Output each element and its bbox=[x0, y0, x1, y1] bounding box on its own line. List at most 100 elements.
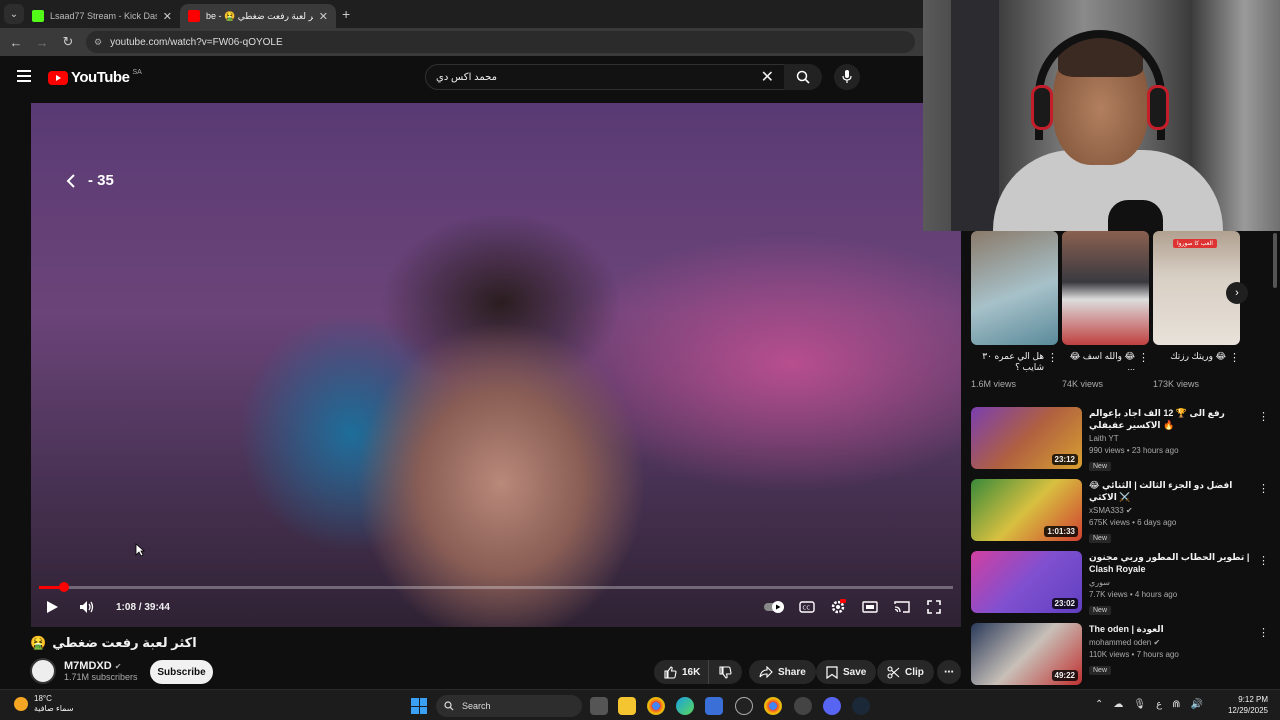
date: 12/29/2025 bbox=[1227, 706, 1268, 715]
store-icon[interactable] bbox=[705, 697, 723, 715]
chrome-active-icon[interactable] bbox=[764, 697, 782, 715]
list-item[interactable]: 49:22 The oden | العودة mohammed oden ✔ … bbox=[971, 623, 1271, 695]
reload-icon[interactable]: ↻ bbox=[60, 34, 76, 50]
channel-name[interactable]: mohammed oden ✔ bbox=[1089, 638, 1255, 647]
more-options-icon[interactable]: ⋮ bbox=[1258, 554, 1269, 567]
play-button[interactable] bbox=[45, 599, 59, 615]
wifi-icon[interactable]: ⋒ bbox=[1172, 699, 1180, 710]
channel-name[interactable]: M7MDXD ✔ bbox=[64, 660, 138, 672]
clear-search-icon[interactable]: ✕ bbox=[761, 67, 774, 87]
headset-earcup-left bbox=[1031, 85, 1053, 130]
shorts-next-button[interactable]: › bbox=[1226, 282, 1248, 304]
network-icon[interactable]: ☁ bbox=[1113, 699, 1123, 710]
new-tab-icon[interactable]: + bbox=[342, 6, 350, 22]
chevron-up-icon[interactable]: ⌃ bbox=[1095, 699, 1103, 710]
video-thumbnail[interactable]: 49:22 bbox=[971, 623, 1082, 685]
bookmark-icon bbox=[826, 665, 838, 679]
tab-list-button[interactable]: ⌄ bbox=[4, 4, 24, 24]
language-indicator[interactable]: ع bbox=[1156, 699, 1162, 710]
close-tab-icon[interactable]: ✕ bbox=[319, 10, 328, 23]
channel-name[interactable]: xSMA333 ✔ bbox=[1089, 506, 1255, 515]
more-options-icon[interactable]: ⋮ bbox=[1258, 482, 1269, 495]
video-thumbnail[interactable]: 1:01:33 bbox=[971, 479, 1082, 541]
short-title[interactable]: 😂 وريتك رزتك ⋮ bbox=[1153, 351, 1240, 375]
volume-button[interactable] bbox=[79, 599, 95, 615]
clock[interactable]: 9:12 PM 12/29/2025 bbox=[1226, 694, 1268, 716]
video-thumbnail[interactable]: 23:12 bbox=[971, 407, 1082, 469]
dislike-button[interactable] bbox=[708, 660, 743, 684]
short-thumbnail[interactable] bbox=[971, 231, 1058, 345]
search-icon bbox=[796, 70, 810, 84]
more-options-icon[interactable]: ⋮ bbox=[1138, 351, 1149, 364]
tab-title: be - 🤮 اكثر لعبة رفعت ضغطي bbox=[206, 10, 313, 21]
discord-icon[interactable] bbox=[823, 697, 841, 715]
fullscreen-button[interactable] bbox=[927, 599, 941, 615]
short-title[interactable]: 😂 والله اسف 😂 ... ⋮ bbox=[1062, 351, 1149, 375]
video-title[interactable]: تطوير الحطاب المطور وربي مجنون | Clash R… bbox=[1089, 551, 1255, 575]
clip-button[interactable]: Clip bbox=[877, 660, 934, 684]
short-item[interactable]: 😂 والله اسف 😂 ... ⋮ 74K views bbox=[1062, 231, 1149, 389]
file-explorer-icon[interactable] bbox=[618, 697, 636, 715]
microphone-icon[interactable]: 🎙 bbox=[1133, 699, 1146, 710]
save-button[interactable]: Save bbox=[816, 660, 877, 684]
sidebar-scrollbar[interactable] bbox=[1272, 231, 1278, 689]
back-icon[interactable]: ← bbox=[8, 35, 24, 50]
progress-bar[interactable] bbox=[39, 582, 953, 592]
video-thumbnail[interactable]: 23:02 bbox=[971, 551, 1082, 613]
more-options-icon[interactable]: ⋮ bbox=[1229, 351, 1240, 364]
cast-button[interactable] bbox=[894, 599, 910, 615]
list-item[interactable]: 1:01:33 😂 افضل دو الجزء الثالث | الثنائي… bbox=[971, 479, 1271, 551]
temperature: 18°C bbox=[34, 694, 52, 703]
menu-icon[interactable] bbox=[17, 70, 31, 82]
app-icon[interactable] bbox=[735, 697, 753, 715]
list-item[interactable]: 23:12 رفع الى 🏆 12 الف اجاد بإعوالم الاك… bbox=[971, 407, 1271, 479]
video-title[interactable]: The oden | العودة bbox=[1089, 623, 1255, 635]
edge-icon[interactable] bbox=[676, 697, 694, 715]
short-item[interactable]: هل الي عمره ٣٠ شايب ؟ ⋮ 1.6M views bbox=[971, 231, 1058, 389]
search-input[interactable]: محمد اكس دي ✕ bbox=[425, 64, 785, 90]
video-title[interactable]: 😂 افضل دو الجزء الثالث | الثنائي الاكثي … bbox=[1089, 479, 1255, 503]
scrollbar-thumb[interactable] bbox=[1273, 233, 1277, 288]
tab-youtube[interactable]: be - 🤮 اكثر لعبة رفعت ضغطي ✕ bbox=[180, 4, 336, 28]
more-actions-button[interactable]: ⋯ bbox=[937, 660, 961, 684]
site-info-icon[interactable]: ⚙ bbox=[94, 37, 102, 48]
theater-mode-button[interactable] bbox=[862, 599, 878, 615]
verified-icon: ✔ bbox=[1153, 638, 1161, 647]
more-options-icon[interactable]: ⋮ bbox=[1258, 410, 1269, 423]
task-view-icon[interactable] bbox=[590, 697, 608, 715]
steam-icon[interactable] bbox=[852, 697, 870, 715]
tab-kick[interactable]: Lsaad77 Stream - Kick Dashboa ✕ bbox=[24, 4, 180, 28]
more-options-icon[interactable]: ⋮ bbox=[1047, 351, 1058, 364]
start-button[interactable] bbox=[411, 698, 427, 714]
more-options-icon[interactable]: ⋮ bbox=[1258, 626, 1269, 639]
search-button[interactable] bbox=[784, 64, 822, 90]
url-field[interactable]: ⚙ youtube.com/watch?v=FW06-qOYOLE bbox=[86, 31, 915, 53]
chrome-icon[interactable] bbox=[647, 697, 665, 715]
app-icon[interactable] bbox=[794, 697, 812, 715]
close-tab-icon[interactable]: ✕ bbox=[163, 10, 172, 23]
video-player[interactable]: - 35 1:08 / 39:44 CC bbox=[31, 103, 961, 627]
channel-name[interactable]: سوري bbox=[1089, 578, 1255, 587]
like-button[interactable]: 16K bbox=[654, 660, 709, 684]
youtube-logo[interactable]: YouTube SA bbox=[48, 69, 142, 86]
short-thumbnail[interactable] bbox=[1062, 231, 1149, 345]
volume-icon[interactable]: 🔊 bbox=[1190, 699, 1202, 710]
list-item[interactable]: 23:02 تطوير الحطاب المطور وربي مجنون | C… bbox=[971, 551, 1271, 623]
forward-icon[interactable]: → bbox=[34, 35, 50, 50]
channel-name[interactable]: Laith YT bbox=[1089, 434, 1255, 443]
channel-avatar[interactable] bbox=[30, 658, 56, 684]
weather-widget[interactable]: 18°C سماء صافية bbox=[14, 694, 74, 714]
autoplay-toggle[interactable] bbox=[764, 599, 786, 615]
short-views: 173K views bbox=[1153, 379, 1200, 389]
taskbar-search[interactable]: Search bbox=[436, 695, 582, 717]
subscribe-button[interactable]: Subscribe bbox=[150, 660, 213, 684]
short-item[interactable]: العب كا صوروا 😂 وريتك رزتك ⋮ 173K views bbox=[1153, 231, 1240, 389]
tab-title: Lsaad77 Stream - Kick Dashboa bbox=[50, 11, 157, 21]
subtitles-button[interactable]: CC bbox=[799, 599, 815, 615]
settings-button[interactable] bbox=[830, 599, 846, 615]
voice-search-button[interactable] bbox=[834, 64, 860, 90]
share-button[interactable]: Share bbox=[749, 660, 816, 684]
short-title[interactable]: هل الي عمره ٣٠ شايب ؟ ⋮ bbox=[971, 351, 1058, 375]
video-title[interactable]: رفع الى 🏆 12 الف اجاد بإعوالم الاكسير عف… bbox=[1089, 407, 1255, 431]
scrubber-handle[interactable] bbox=[58, 582, 69, 592]
